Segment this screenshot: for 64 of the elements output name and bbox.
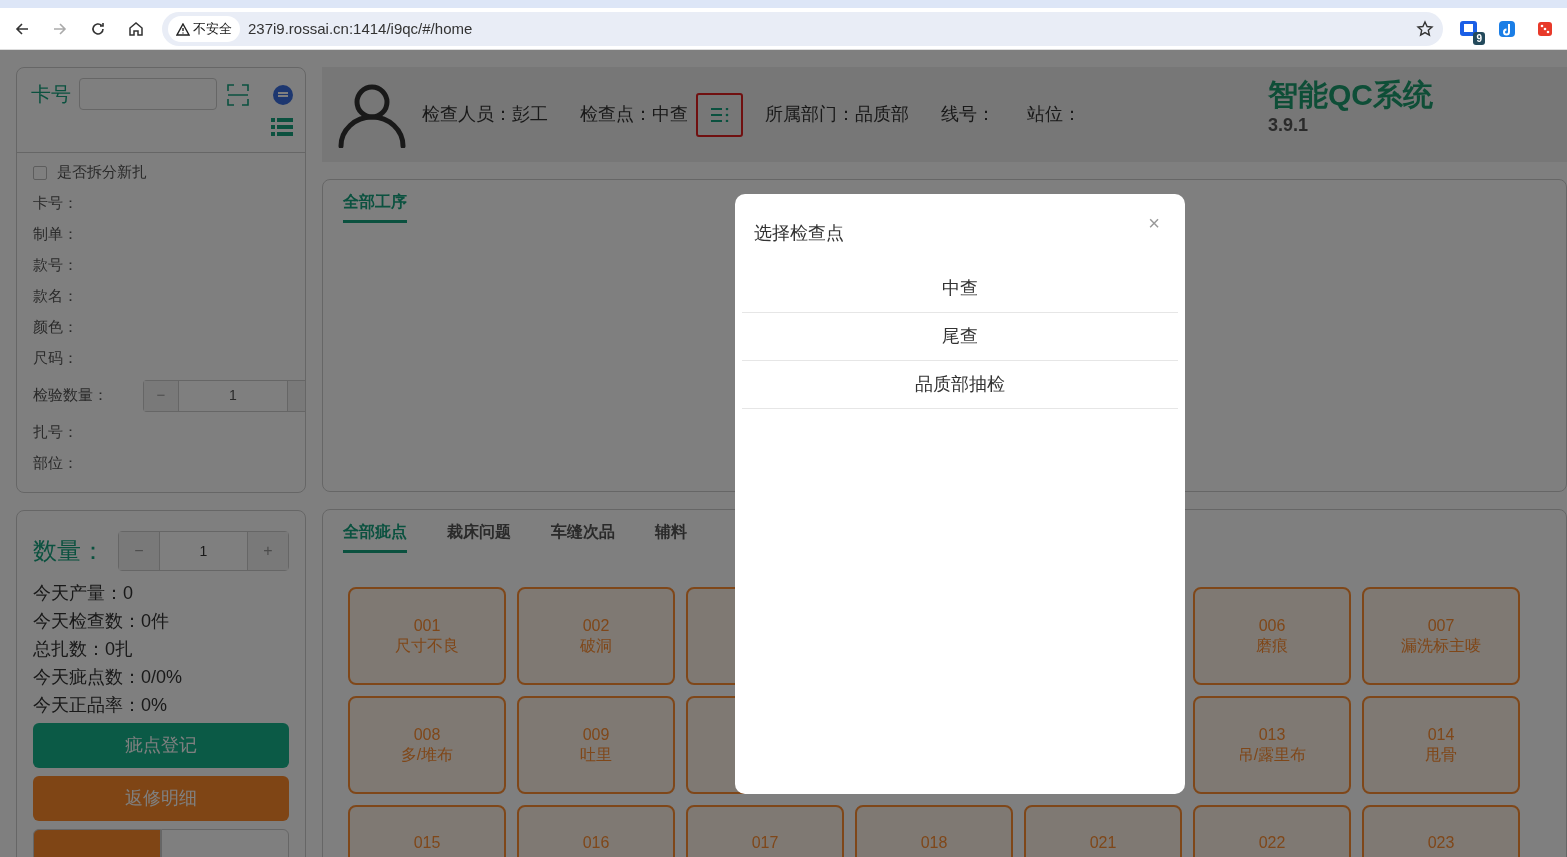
defect-button[interactable]: 014 甩骨 [1362, 696, 1520, 794]
defect-button[interactable]: 013 吊/露里布 [1193, 696, 1351, 794]
defect-button[interactable]: 016 [517, 805, 675, 857]
version-label: 3.9.1 [1268, 114, 1310, 137]
quantity-stepper[interactable]: − 1 + [118, 531, 289, 571]
field-label: 款号： [33, 255, 78, 276]
defect-button[interactable]: 008 多/堆布 [348, 696, 506, 794]
plus-button[interactable]: + [248, 532, 288, 570]
register-button[interactable]: 疵点登记 [33, 723, 289, 768]
minus-button[interactable]: − [119, 532, 159, 570]
tab[interactable]: 车缝次品 [551, 514, 615, 553]
field-label: 检验数量： [33, 385, 108, 406]
picker-button[interactable] [696, 92, 743, 137]
header-field: 检查人员：彭工 [422, 101, 548, 128]
security-chip[interactable]: 不安全 [168, 16, 240, 42]
tab[interactable]: 全部疵点 [343, 514, 407, 553]
header-field: 线号： [941, 101, 995, 128]
defect-button[interactable]: 022 [1193, 805, 1351, 857]
stat-text: 今天产量：0 [33, 582, 134, 605]
repair-button[interactable]: 返修明细 [33, 776, 289, 821]
field-label: 部位： [33, 453, 78, 474]
field-label: 款名： [33, 286, 78, 307]
checkbox[interactable] [33, 165, 47, 180]
defect-button[interactable]: 015 [348, 805, 506, 857]
quantity-label: 数量： [33, 536, 105, 566]
address-bar[interactable]: 不安全 237i9.rossai.cn:1414/i9qc/#/home [162, 12, 1443, 46]
scan-icon[interactable] [227, 82, 249, 106]
app-title: 智能QC系统 [1268, 78, 1433, 112]
header-field: 站位： [1027, 101, 1081, 128]
modal-title: 选择检查点 [754, 222, 844, 245]
keyboard-icon[interactable] [273, 82, 293, 106]
tab[interactable]: 裁床问题 [447, 514, 511, 553]
stat-text: 今天疵点数：0/0% [33, 666, 184, 689]
defect-button[interactable]: 023 [1362, 805, 1520, 857]
menu-icon [710, 107, 729, 122]
minus-button[interactable]: − [144, 380, 178, 411]
extension-badge: 9 [1473, 32, 1485, 45]
defect-button[interactable]: 001 尺寸不良 [348, 587, 506, 685]
field-label: 制单： [33, 224, 78, 245]
defect-button[interactable]: 018 [855, 805, 1013, 857]
defect-button[interactable]: 006 磨痕 [1193, 587, 1351, 685]
card-label: 卡号 [31, 82, 71, 107]
defect-button[interactable]: 021 [1024, 805, 1182, 857]
stat-text: 总扎数：0扎 [33, 638, 134, 661]
header-field: 所属部门：品质部 [765, 101, 909, 128]
field-label: 卡号： [33, 193, 78, 214]
defect-button[interactable]: 017 [686, 805, 844, 857]
warning-icon [176, 22, 190, 36]
tab[interactable]: 辅料 [655, 514, 687, 553]
field-label: 颜色： [33, 317, 78, 338]
checkbox-label: 是否拆分新扎 [57, 162, 147, 183]
segment-button[interactable] [161, 829, 289, 857]
defect-button[interactable]: 009 吐里 [517, 696, 675, 794]
stat-text: 今天正品率：0% [33, 694, 168, 717]
card-input[interactable] [79, 78, 217, 110]
field-label: 扎号： [33, 422, 78, 443]
tab[interactable]: 全部工序 [343, 184, 407, 223]
header-field: 检查点：中查 [580, 101, 688, 128]
defect-button[interactable]: 007 漏洗标主唛 [1362, 587, 1520, 685]
stat-text: 今天检查数：0件 [33, 610, 170, 633]
defect-button[interactable]: 002 破洞 [517, 587, 675, 685]
url-text: 237i9.rossai.cn:1414/i9qc/#/home [248, 18, 473, 39]
field-label: 尺码： [33, 348, 78, 369]
quantity-stepper[interactable]: − 1 [143, 379, 305, 412]
